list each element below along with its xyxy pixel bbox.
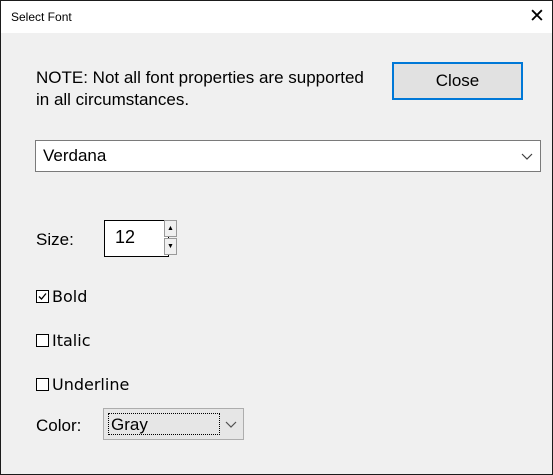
italic-label: Italic: [52, 331, 91, 350]
note-text: NOTE: Not all font properties are suppor…: [36, 68, 364, 109]
size-up-button[interactable]: ▲: [164, 220, 177, 237]
close-button[interactable]: Close: [392, 62, 523, 100]
select-font-dialog: Select Font ✕ NOTE: Not all font propert…: [0, 0, 553, 475]
bold-checkbox[interactable]: Bold: [36, 287, 87, 306]
size-spinner: ▲ ▼: [164, 220, 177, 257]
title-bar: Select Font ✕: [1, 1, 552, 33]
arrow-up-icon: ▲: [167, 225, 174, 232]
underline-checkbox[interactable]: Underline: [36, 375, 129, 394]
close-icon[interactable]: ✕: [524, 4, 550, 30]
close-button-label: Close: [435, 71, 480, 90]
checkmark-icon: [38, 293, 47, 300]
size-down-button[interactable]: ▼: [164, 238, 177, 255]
bold-checkbox-box[interactable]: [36, 290, 49, 303]
color-focus-box: Gray: [108, 413, 220, 435]
color-value: Gray: [111, 415, 148, 434]
size-label: Size:: [36, 230, 74, 249]
underline-checkbox-box[interactable]: [36, 378, 49, 391]
chevron-down-icon: [225, 421, 237, 428]
arrow-down-icon: ▼: [167, 243, 174, 250]
dialog-title: Select Font: [11, 10, 72, 24]
chevron-down-icon: [521, 153, 533, 160]
size-input[interactable]: 12: [104, 220, 169, 257]
font-family-select[interactable]: Verdana: [35, 140, 541, 172]
size-value: 12: [115, 227, 136, 247]
underline-label: Underline: [52, 375, 130, 394]
italic-checkbox[interactable]: Italic: [36, 331, 90, 350]
bold-label: Bold: [52, 287, 88, 306]
font-family-value: Verdana: [43, 146, 107, 165]
color-label: Color:: [36, 416, 82, 435]
italic-checkbox-box[interactable]: [36, 334, 49, 347]
color-select[interactable]: Gray: [103, 408, 244, 440]
